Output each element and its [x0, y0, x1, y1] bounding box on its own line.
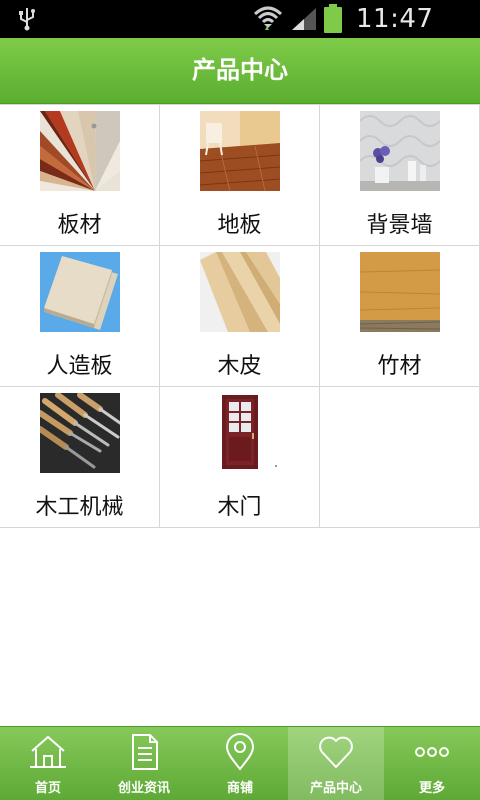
home-icon: [30, 735, 66, 768]
document-icon: [132, 734, 158, 770]
status-bar: 11:47 AM: [0, 0, 480, 68]
wood-veneer-image: [200, 252, 280, 332]
particle-board-image: [360, 252, 440, 332]
wooden-door-image: [200, 393, 280, 473]
product-item-background-wall[interactable]: 背景墙: [320, 105, 480, 245]
product-label: 竹材: [377, 354, 422, 379]
battery-icon: [324, 4, 342, 33]
product-item-wooden-door[interactable]: 木门: [160, 387, 320, 527]
product-label: 木门: [217, 495, 262, 520]
product-label: 木工机械: [35, 495, 124, 520]
product-row: 板材 地板 背景墙: [0, 105, 480, 246]
product-label: 板材: [57, 213, 102, 238]
product-row: 木工机械 木门: [0, 387, 480, 528]
nav-label: 首页: [34, 781, 61, 796]
product-item-woodworking-machinery[interactable]: 木工机械: [0, 387, 160, 527]
nav-item-home[interactable]: 首页: [0, 727, 96, 800]
bottom-nav: 首页 创业资讯 商铺 产品中心 更多: [0, 726, 480, 800]
nav-item-product-center[interactable]: 产品中心: [288, 727, 384, 800]
nav-item-more[interactable]: 更多: [384, 727, 480, 800]
product-label: 地板: [217, 213, 262, 238]
nav-label: 产品中心: [309, 781, 362, 796]
location-pin-icon: [225, 733, 255, 771]
color-swatch-image: [40, 111, 120, 191]
product-item-boards[interactable]: 板材: [0, 105, 160, 245]
usb-icon: [19, 8, 35, 31]
product-grid: 板材 地板 背景墙 人造板 木皮 竹材 木工机械 木门: [0, 104, 480, 528]
product-row: 人造板 木皮 竹材: [0, 246, 480, 387]
empty-cell: [320, 387, 480, 527]
signal-icon: [292, 8, 316, 30]
nav-label: 商铺: [226, 781, 253, 796]
wood-floor-image: [200, 111, 280, 191]
page-title: 产品中心: [192, 56, 288, 84]
nav-item-shops[interactable]: 商铺: [192, 727, 288, 800]
product-item-bamboo[interactable]: 竹材: [320, 246, 480, 386]
wallpaper-image: [360, 111, 440, 191]
product-label: 人造板: [46, 354, 113, 379]
app-header: 产品中心: [0, 38, 480, 104]
product-item-flooring[interactable]: 地板: [160, 105, 320, 245]
nav-label: 创业资讯: [117, 781, 170, 796]
more-dots-icon: [415, 747, 449, 757]
product-item-veneer[interactable]: 木皮: [160, 246, 320, 386]
nav-item-startup-news[interactable]: 创业资讯: [96, 727, 192, 800]
chisel-set-image: [40, 393, 120, 473]
product-label: 木皮: [217, 354, 262, 379]
board-stack-image: [40, 252, 120, 332]
nav-label: 更多: [418, 781, 445, 796]
product-item-engineered-board[interactable]: 人造板: [0, 246, 160, 386]
wifi-icon: [253, 6, 283, 30]
heart-icon: [319, 736, 353, 768]
product-label: 背景墙: [366, 213, 433, 238]
